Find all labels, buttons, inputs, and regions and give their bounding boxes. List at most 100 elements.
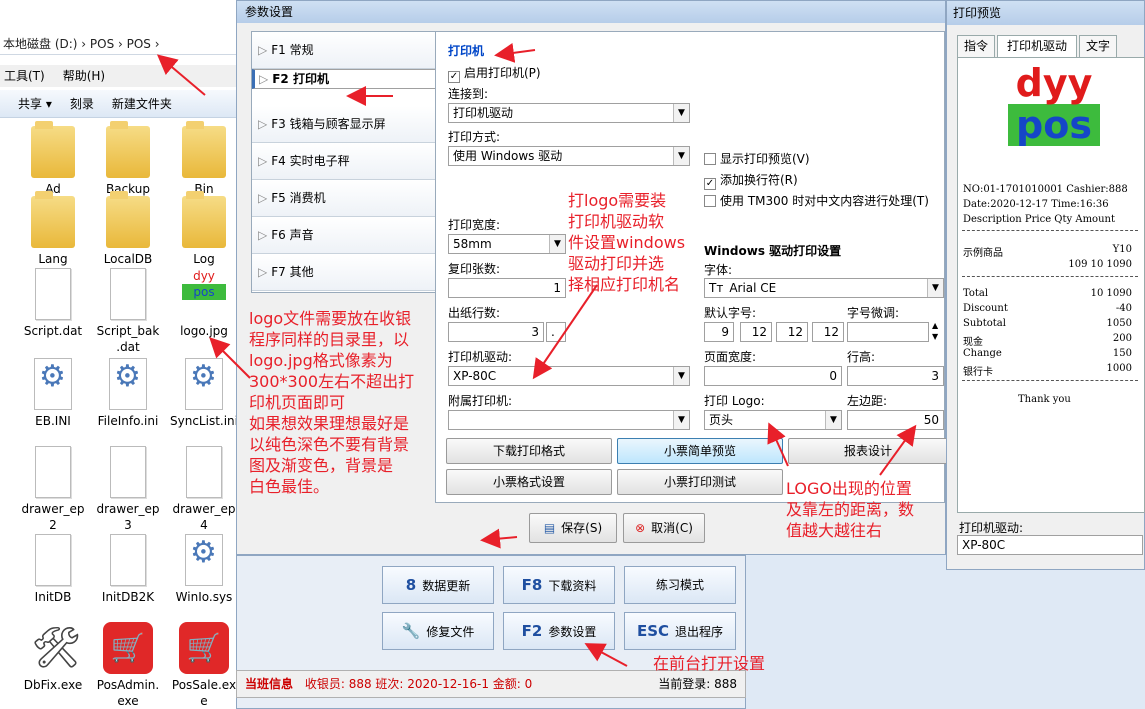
copies-input[interactable]: 1 — [448, 278, 566, 298]
logo-text-top: dyy — [1015, 61, 1093, 105]
ticket-format-settings-button[interactable]: 小票格式设置 — [446, 469, 612, 495]
tm300-checkbox[interactable]: 使用 TM300 时对中文内容进行处理(T) — [704, 192, 929, 209]
file-item[interactable]: Bin — [166, 121, 242, 197]
default-size-input-2[interactable]: 12 — [740, 322, 772, 342]
receipt-item-price: Y10 — [1112, 244, 1132, 255]
attached-printer-select[interactable]: ▼ — [448, 410, 690, 430]
shopping-cart-icon: 🛒 — [103, 622, 153, 674]
main-button-1[interactable]: F8 下载资料 — [503, 566, 615, 604]
size-adjust-spinner[interactable]: ▲ ▼ — [932, 320, 938, 342]
main-button-2[interactable]: 练习模式 — [624, 566, 736, 604]
file-item[interactable]: drawer_ep 2 — [15, 446, 91, 533]
tab-text[interactable]: 文字 — [1079, 35, 1117, 57]
share-button[interactable]: 共享 ▾ — [18, 97, 52, 111]
ticket-simple-preview-button[interactable]: 小票简单预览 — [617, 438, 783, 464]
page-width-input[interactable]: 0 — [704, 366, 842, 386]
main-button-3[interactable]: 🔧 修复文件 — [382, 612, 494, 650]
file-item[interactable]: drawer_ep 4 — [166, 446, 242, 533]
show-preview-checkbox[interactable]: 显示打印预览(V) — [704, 150, 810, 167]
file-item[interactable]: EB.INI — [15, 358, 91, 429]
file-name: EB.INI — [35, 414, 71, 428]
line-height-input[interactable]: 3 — [847, 366, 944, 386]
font-select[interactable]: Tт Arial CE ▼ — [704, 278, 944, 298]
file-item[interactable]: WinIo.sys — [166, 534, 242, 605]
file-item[interactable]: drawer_ep 3 — [90, 446, 166, 533]
file-item[interactable]: Script.dat — [15, 268, 91, 339]
nav-item-f3[interactable]: ▷ F3 钱箱与顾客显示屏 — [252, 106, 436, 143]
file-item[interactable]: SyncList.ini — [166, 358, 242, 429]
show-preview-label: 显示打印预览(V) — [720, 152, 810, 166]
settings-nav: ▷ F1 常规 ▷ F2 打印机 ▷ F3 钱箱与顾客显示屏 ▷ F4 实时电子秤 ▷ F5 消费… — [251, 31, 437, 293]
receipt-divider — [962, 380, 1138, 381]
ticket-print-test-button[interactable]: 小票打印测试 — [617, 469, 783, 495]
file-item[interactable]: LocalDB — [90, 191, 166, 267]
size-adjust-input[interactable] — [847, 322, 929, 342]
annotation-line: LOGO出现的位置 — [786, 479, 912, 498]
main-button-5[interactable]: ESC 退出程序 — [624, 612, 736, 650]
file-item[interactable]: InitDB — [15, 534, 91, 605]
file-item[interactable]: 🛒 PosAdmin. exe — [90, 622, 166, 709]
font-value: Arial CE — [729, 281, 777, 295]
add-newline-checkbox[interactable]: ✓ 添加换行符(R) — [704, 171, 798, 190]
file-item[interactable]: Log — [166, 191, 242, 267]
receipt-total-value: 1050 — [1106, 318, 1132, 329]
download-print-format-button[interactable]: 下载打印格式 — [446, 438, 612, 464]
chevron-down-icon: ▼ — [927, 279, 943, 297]
cancel-button[interactable]: ⊗ 取消(C) — [623, 513, 705, 543]
annotation-line: 白色最佳。 — [249, 477, 330, 496]
file-item[interactable]: 🛒 PosSale.ex e — [166, 622, 242, 709]
nav-item-f2[interactable]: ▷ F2 打印机 — [252, 69, 436, 89]
cancel-label: 取消(C) — [651, 521, 693, 535]
tools-icon: 🛠 — [31, 625, 82, 671]
folder-icon — [106, 191, 150, 248]
annotation-line: 打logo需要装 — [568, 191, 667, 210]
document-icon — [35, 446, 71, 498]
file-item[interactable]: dyy pos logo.jpg — [166, 268, 242, 339]
file-item[interactable]: Ad — [15, 121, 91, 197]
connect-value: 打印机驱动 — [453, 106, 514, 120]
default-size-input-1[interactable]: 9 — [704, 322, 734, 342]
default-size-input-4[interactable]: 12 — [812, 322, 844, 342]
nav-item-f1[interactable]: ▷ F1 常规 — [252, 32, 436, 69]
folder-icon — [106, 121, 150, 178]
burn-button[interactable]: 刻录 — [70, 97, 94, 111]
address-bar[interactable]: 本地磁盘 (D:) › POS › POS › — [0, 33, 240, 55]
file-item[interactable]: Lang — [15, 191, 91, 267]
file-name: PosSale.ex e — [171, 678, 237, 708]
feed-lines-spinner[interactable]: . — [546, 322, 566, 342]
windows-driver-section-title: Windows 驱动打印设置 — [704, 244, 842, 258]
new-folder-button[interactable]: 新建文件夹 — [112, 97, 172, 111]
main-button-4[interactable]: F2 参数设置 — [503, 612, 615, 650]
default-size-input-3[interactable]: 12 — [776, 322, 808, 342]
file-item[interactable]: Script_bak .dat — [90, 268, 166, 355]
print-mode-select[interactable]: 使用 Windows 驱动 ▼ — [448, 146, 690, 166]
file-item[interactable]: FileInfo.ini — [90, 358, 166, 429]
file-item[interactable]: 🛠 DbFix.exe — [15, 622, 91, 693]
tab-commands[interactable]: 指令 — [957, 35, 995, 57]
hotkey-label: 🔧 — [401, 622, 421, 640]
receipt-total-value: 150 — [1112, 348, 1132, 359]
button-label: 数据更新 — [422, 579, 471, 593]
print-logo-select[interactable]: 页头 ▼ — [704, 410, 842, 430]
menu-tools[interactable]: 工具(T) — [4, 69, 45, 83]
file-item[interactable]: Backup — [90, 121, 166, 197]
main-button-0[interactable]: 8 数据更新 — [382, 566, 494, 604]
print-width-select[interactable]: 58mm ▼ — [448, 234, 566, 254]
left-margin-input[interactable]: 50 — [847, 410, 944, 430]
driver-select[interactable]: XP-80C ▼ — [448, 366, 690, 386]
nav-item-f4[interactable]: ▷ F4 实时电子秤 — [252, 143, 436, 180]
preview-driver-input[interactable]: XP-80C — [957, 535, 1143, 555]
enable-printer-checkbox[interactable]: ✓ 启用打印机(P) — [448, 64, 541, 83]
nav-item-f5[interactable]: ▷ F5 消费机 — [252, 180, 436, 217]
page-width-label: 页面宽度: — [704, 350, 757, 364]
connect-select[interactable]: 打印机驱动 ▼ — [448, 103, 690, 123]
menu-help[interactable]: 帮助(H) — [63, 69, 105, 83]
file-item[interactable]: InitDB2K — [90, 534, 166, 605]
nav-item-f7[interactable]: ▷ F7 其他 — [252, 254, 436, 291]
report-design-button[interactable]: 报表设计 — [788, 438, 948, 464]
chevron-down-icon: ▼ — [549, 235, 565, 253]
feed-lines-input[interactable]: 3 — [448, 322, 544, 342]
nav-item-f6[interactable]: ▷ F6 声音 — [252, 217, 436, 254]
tab-printer-driver[interactable]: 打印机驱动 — [997, 35, 1077, 58]
save-button[interactable]: ▤ 保存(S) — [529, 513, 617, 543]
